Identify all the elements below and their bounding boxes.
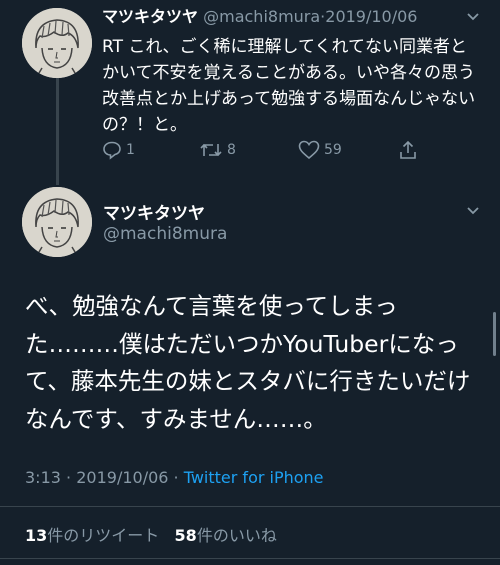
retweet-icon — [199, 140, 223, 160]
like-count: 59 — [324, 142, 342, 158]
tweet2-display-name[interactable]: マツキタツヤ — [103, 199, 205, 224]
scrollbar[interactable] — [493, 312, 496, 356]
share-icon — [398, 140, 418, 160]
avatar[interactable] — [22, 8, 92, 78]
reply-button[interactable]: 1 — [102, 140, 135, 160]
tweet2-stats: 13件のリツイート 58件のいいね — [25, 522, 277, 546]
divider — [0, 506, 500, 507]
like-icon — [298, 140, 320, 160]
retweets-number: 13 — [25, 526, 48, 545]
like-button[interactable]: 59 — [298, 140, 342, 160]
retweet-count: 8 — [227, 142, 236, 158]
tweet2-text: べ、勉強なんて言葉を使ってしまった………僕はただいつかYouTuberになって、… — [25, 292, 471, 433]
tweet2-date[interactable]: 2019/10/06 — [76, 468, 168, 487]
retweet-button[interactable]: 8 — [199, 140, 236, 160]
tweet2-meta: 3:13 · 2019/10/06 · Twitter for iPhone — [25, 468, 324, 487]
chevron-down-icon[interactable] — [466, 205, 480, 219]
tweet2-handle[interactable]: @machi8mura — [103, 224, 227, 244]
tweet1-header: マツキタツヤ @machi8mura·2019/10/06 — [102, 6, 462, 28]
thread-connector-line — [56, 78, 59, 185]
share-button[interactable] — [398, 140, 418, 160]
chevron-down-icon[interactable] — [466, 11, 480, 25]
divider — [0, 558, 500, 559]
reply-count: 1 — [126, 142, 135, 158]
tweet2-sep: · — [66, 468, 72, 487]
likes-label: 件のいいね — [196, 526, 277, 545]
retweets-label: 件のリツイート — [47, 526, 160, 545]
avatar[interactable] — [22, 187, 92, 257]
tweet1-display-name[interactable]: マツキタツヤ — [102, 7, 198, 26]
tweet1-handle[interactable]: @machi8mura — [203, 7, 320, 26]
tweet1-actions: 1 8 59 — [102, 140, 432, 164]
tweet2-time[interactable]: 3:13 — [25, 468, 61, 487]
tweet1-date[interactable]: 2019/10/06 — [325, 7, 417, 26]
tweet1-text: RT これ、ごく稀に理解してくれてない同業者とかいて不安を覚えることがある。いや… — [102, 37, 476, 135]
tweet2-source-link[interactable]: Twitter for iPhone — [184, 468, 324, 487]
reply-icon — [102, 140, 122, 160]
retweets-stat[interactable]: 13件のリツイート — [25, 526, 159, 545]
tweet2-sep: · — [173, 468, 179, 487]
likes-stat[interactable]: 58件のいいね — [175, 526, 277, 545]
likes-number: 58 — [174, 526, 197, 545]
